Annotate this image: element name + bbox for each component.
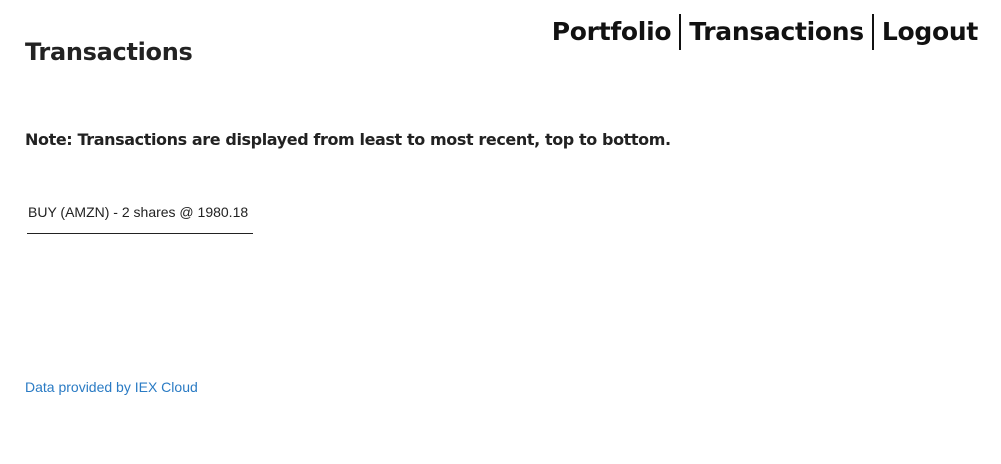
nav-link-portfolio[interactable]: Portfolio <box>552 14 679 50</box>
top-nav: Portfolio Transactions Logout <box>552 14 978 50</box>
iex-cloud-attribution-link[interactable]: Data provided by IEX Cloud <box>25 377 198 397</box>
transaction-list: BUY (AMZN) - 2 shares @ 1980.18 <box>27 200 253 234</box>
transactions-note: Note: Transactions are displayed from le… <box>25 130 671 149</box>
transaction-item: BUY (AMZN) - 2 shares @ 1980.18 <box>27 200 253 234</box>
page-title: Transactions <box>25 38 193 66</box>
nav-link-transactions[interactable]: Transactions <box>681 14 872 50</box>
nav-link-logout[interactable]: Logout <box>874 14 978 50</box>
